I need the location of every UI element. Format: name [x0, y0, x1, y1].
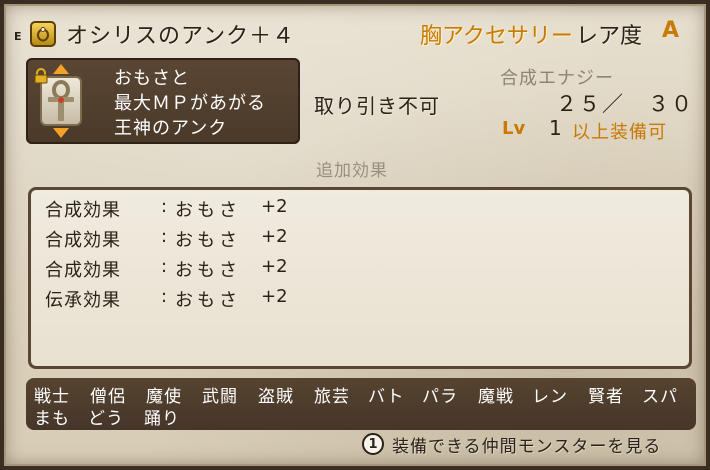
effect-bonus: +2	[261, 196, 288, 217]
effect-colon: :	[161, 286, 168, 307]
item-name: オシリスのアンク＋４	[66, 24, 296, 49]
level-requirement-text: 以上装備可	[572, 122, 667, 143]
equippable-jobs-box: 戦士 僧侶 魔使 武闘 盗賊 旅芸 バト パラ 魔戦 レン 賢者 スパ まも ど…	[26, 378, 696, 430]
item-icon-selector[interactable]	[34, 64, 84, 138]
arrow-down-icon[interactable]	[53, 128, 69, 138]
job-label: 旅芸	[314, 387, 350, 407]
effect-value: おもさ	[175, 200, 241, 221]
job-label: 賢者	[588, 387, 624, 407]
effect-value: おもさ	[175, 260, 241, 281]
effect-value: おもさ	[175, 230, 241, 251]
button-1-icon: 1	[362, 433, 384, 455]
rarity-value: A	[662, 18, 680, 43]
rarity-label: レア度	[576, 24, 643, 49]
ring-icon	[30, 21, 56, 47]
job-label: 武闘	[202, 387, 238, 407]
description-line: 最大ＭＰがあがる	[114, 93, 266, 114]
effect-label: 合成効果	[45, 230, 121, 251]
equipped-marker: E	[14, 30, 22, 43]
description-line: おもさと	[114, 68, 190, 89]
item-detail-panel: E オシリスのアンク＋４ 胸アクセサリー レア度 A おもさと 最大ＭＰがあがる	[0, 0, 710, 470]
effect-bonus: +2	[261, 256, 288, 277]
view-monster-allies-button[interactable]: 1 装備できる仲間モンスターを見る	[362, 432, 662, 457]
job-label: どう	[88, 409, 124, 429]
job-label: 盗賊	[258, 387, 294, 407]
job-label: パラ	[422, 387, 458, 407]
effect-colon: :	[161, 196, 168, 217]
job-label: まも	[34, 409, 70, 429]
effect-bonus: +2	[261, 226, 288, 247]
job-label: 魔戦	[478, 387, 514, 407]
level-number: 1	[549, 116, 562, 140]
extra-effects-title: 追加効果	[316, 161, 388, 181]
job-label: バト	[368, 387, 405, 407]
synthesis-energy-label: 合成エナジー	[500, 68, 614, 89]
trade-status: 取り引き不可	[314, 94, 440, 118]
job-label: スパ	[642, 387, 678, 407]
effect-colon: :	[161, 226, 168, 247]
effect-bonus: +2	[261, 286, 288, 307]
arrow-up-icon[interactable]	[53, 64, 69, 74]
synthesis-energy-value: ２５／ ３０	[556, 92, 694, 116]
effect-label: 合成効果	[45, 260, 121, 281]
job-label: レン	[532, 387, 568, 407]
extra-effects-box: 合成効果 : おもさ +2 合成効果 : おもさ +2 合成効果 : おもさ +…	[28, 187, 692, 369]
description-line: 王神のアンク	[114, 118, 228, 139]
effect-label: 伝承効果	[45, 290, 121, 311]
level-label: Lv	[502, 118, 526, 139]
item-description-box: おもさと 最大ＭＰがあがる 王神のアンク	[26, 58, 300, 144]
effect-value: おもさ	[175, 290, 241, 311]
item-category: 胸アクセサリー	[420, 24, 573, 49]
effect-colon: :	[161, 256, 168, 277]
lock-icon	[34, 68, 48, 88]
effect-label: 合成効果	[45, 200, 121, 221]
view-monster-allies-label: 装備できる仲間モンスターを見る	[392, 436, 662, 457]
job-label: 踊り	[144, 409, 180, 429]
